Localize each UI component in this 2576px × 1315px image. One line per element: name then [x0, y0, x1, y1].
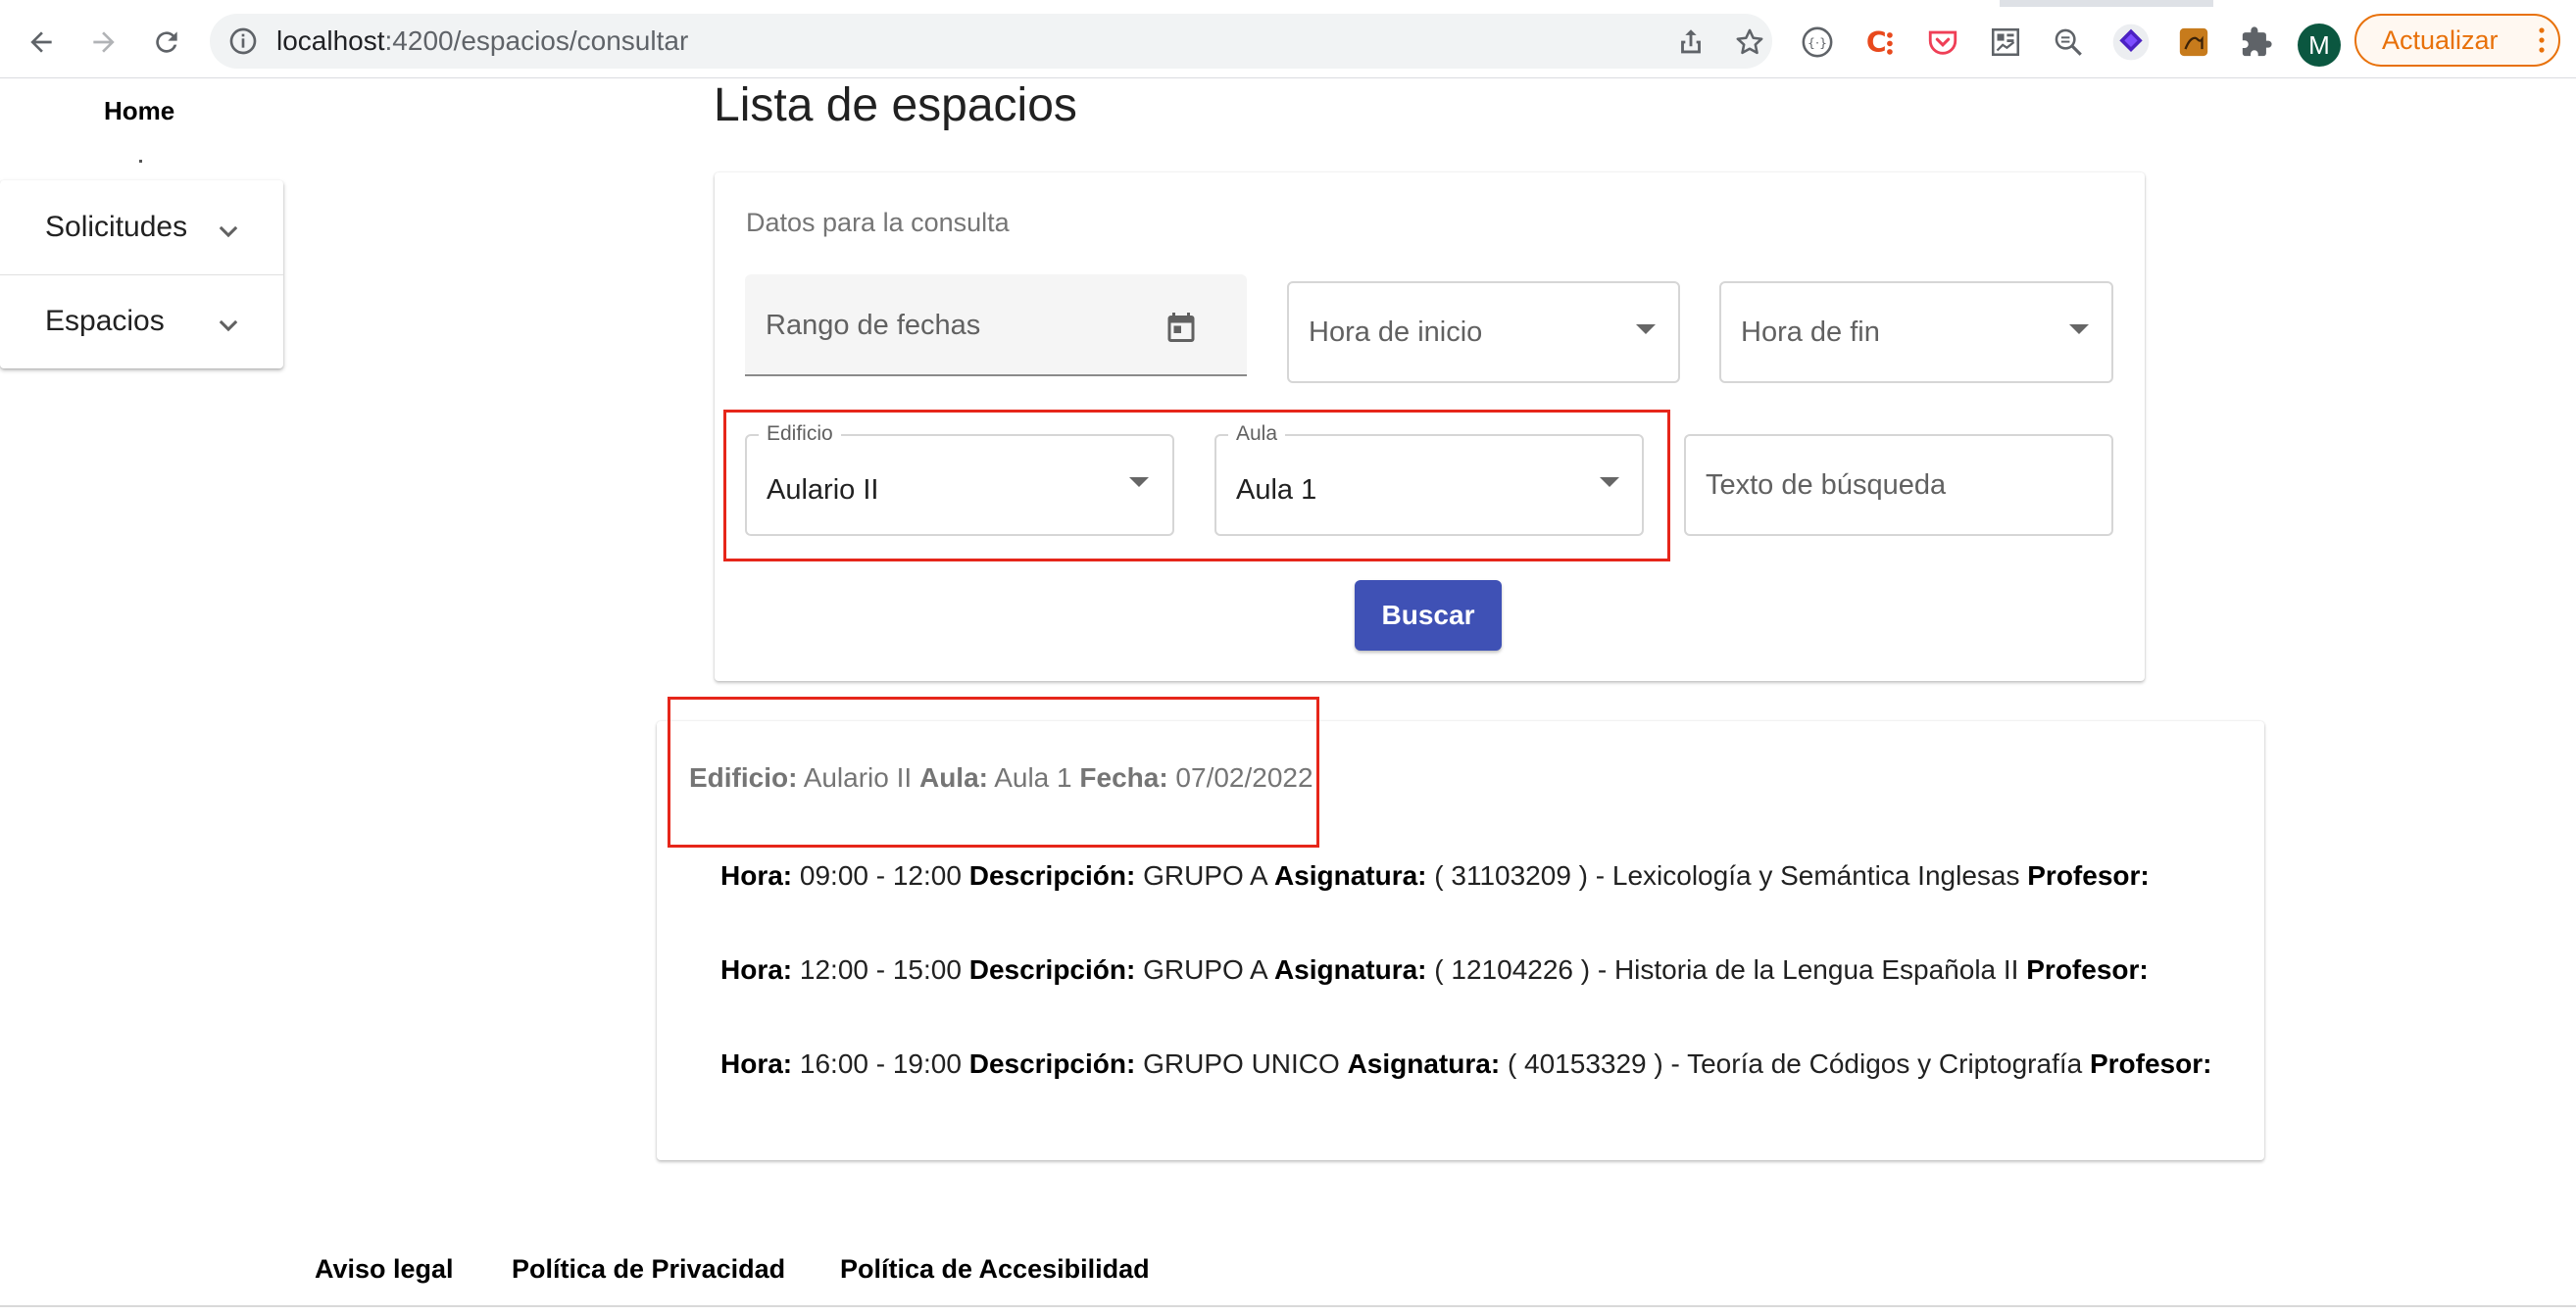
tab-strip: [0, 0, 2576, 7]
subject-label: Asignatura:: [1347, 1048, 1501, 1079]
url-host: localhost: [276, 25, 385, 56]
dropdown-arrow-icon: [2069, 324, 2089, 334]
description-label: Descripción:: [968, 860, 1136, 891]
subject-value: ( 40153329 ) - Teoría de Códigos y Cript…: [1507, 1048, 2083, 1079]
update-browser-button[interactable]: Actualizar: [2354, 14, 2560, 67]
hour-label: Hora:: [720, 1048, 793, 1079]
search-text-placeholder: Texto de búsqueda: [1706, 469, 1947, 501]
search-button[interactable]: Buscar: [1355, 580, 1502, 651]
sidebar-item-label: Espacios: [45, 305, 165, 337]
chevron-down-icon: [219, 225, 238, 238]
camel-extension-icon[interactable]: [2174, 23, 2213, 62]
description-value: GRUPO UNICO: [1143, 1048, 1340, 1079]
profile-avatar[interactable]: M: [2298, 24, 2341, 67]
svg-text:{·}: {·}: [1808, 36, 1827, 51]
active-tab-edge: [0, 0, 2000, 7]
sidebar-item-espacios[interactable]: Espacios: [0, 274, 283, 368]
date-range-field[interactable]: Rango de fechas: [745, 274, 1247, 376]
professor-label: Profesor:: [2027, 860, 2150, 891]
footer-link-privacy[interactable]: Política de Privacidad: [512, 1254, 785, 1285]
subject-value: ( 12104226 ) - Historia de la Lengua Esp…: [1434, 954, 2019, 985]
result-row: Hora: 09:00 - 12:00 Descripción: GRUPO A…: [720, 860, 2150, 892]
pocket-icon[interactable]: [1923, 23, 1962, 62]
share-icon[interactable]: [1674, 25, 1708, 59]
sidebar-item-solicitudes[interactable]: Solicitudes: [0, 180, 283, 274]
footer-link-legal[interactable]: Aviso legal: [315, 1254, 454, 1285]
subject-label: Asignatura:: [1273, 954, 1427, 985]
browser-toolbar: localhost:4200/espacios/consultar {·} C …: [0, 7, 2576, 78]
address-bar[interactable]: localhost:4200/espacios/consultar: [210, 14, 1772, 69]
sidebar-item-label: Solicitudes: [45, 211, 188, 243]
home-dot: [139, 160, 142, 163]
hour-value: 16:00 - 19:00: [799, 1048, 962, 1079]
reload-button[interactable]: [145, 21, 188, 64]
result-row: Hora: 12:00 - 15:00 Descripción: GRUPO A…: [720, 954, 2149, 986]
star-icon[interactable]: [1733, 25, 1766, 59]
hour-label: Hora:: [720, 860, 793, 891]
description-label: Descripción:: [968, 1048, 1136, 1079]
description-label: Descripción:: [968, 954, 1136, 985]
forward-button[interactable]: [82, 21, 125, 64]
home-link[interactable]: Home: [104, 96, 174, 126]
start-time-select[interactable]: Hora de inicio: [1287, 281, 1680, 383]
reload-icon: [156, 31, 177, 53]
calendar-icon[interactable]: [1164, 309, 1199, 346]
extension-c-icon[interactable]: C: [1860, 23, 1900, 62]
extension-code-icon[interactable]: {·}: [1798, 23, 1837, 62]
url-path: :4200/espacios/consultar: [384, 25, 689, 56]
sidebar-menu: Solicitudes Espacios: [0, 180, 283, 368]
professor-label: Profesor:: [2089, 1048, 2212, 1079]
dropdown-arrow-icon: [1636, 324, 1656, 334]
back-button[interactable]: [20, 21, 63, 64]
arrow-right-icon: [93, 31, 115, 53]
start-time-placeholder: Hora de inicio: [1309, 317, 1483, 348]
url-text[interactable]: localhost:4200/espacios/consultar: [276, 14, 688, 69]
form-subtitle: Datos para la consulta: [746, 208, 1010, 237]
update-label: Actualizar: [2382, 25, 2499, 55]
subject-label: Asignatura:: [1273, 860, 1427, 891]
more-menu-icon[interactable]: [2539, 26, 2545, 54]
tab-edge: [2213, 0, 2576, 7]
footer-link-accessibility[interactable]: Política de Accesibilidad: [840, 1254, 1150, 1285]
end-time-placeholder: Hora de fin: [1741, 317, 1880, 348]
end-time-select[interactable]: Hora de fin: [1719, 281, 2113, 383]
svg-text:C: C: [1866, 26, 1887, 59]
extensions-puzzle-icon[interactable]: [2237, 23, 2276, 62]
description-value: GRUPO A: [1143, 954, 1267, 985]
dashboard-extension-icon[interactable]: [1986, 23, 2025, 62]
hour-value: 12:00 - 15:00: [799, 954, 962, 985]
search-text-input[interactable]: Texto de búsqueda: [1684, 434, 2113, 536]
info-icon[interactable]: [227, 25, 259, 57]
arrow-left-icon: [30, 31, 52, 53]
footer-divider: [0, 1305, 2576, 1307]
description-value: GRUPO A: [1143, 860, 1267, 891]
page-title: Lista de espacios: [714, 79, 1077, 131]
highlight-box-results-header: [668, 697, 1319, 848]
result-row: Hora: 16:00 - 19:00 Descripción: GRUPO U…: [720, 1048, 2211, 1080]
hour-value: 09:00 - 12:00: [799, 860, 962, 891]
zoom-search-icon[interactable]: [2049, 23, 2088, 62]
layers-extension-icon[interactable]: [2111, 23, 2151, 62]
highlight-box-filters: [723, 410, 1670, 561]
hour-label: Hora:: [720, 954, 793, 985]
professor-label: Profesor:: [2026, 954, 2149, 985]
date-range-placeholder: Rango de fechas: [766, 310, 981, 341]
subject-value: ( 31103209 ) - Lexicología y Semántica I…: [1434, 860, 2020, 891]
chevron-down-icon: [219, 319, 238, 332]
